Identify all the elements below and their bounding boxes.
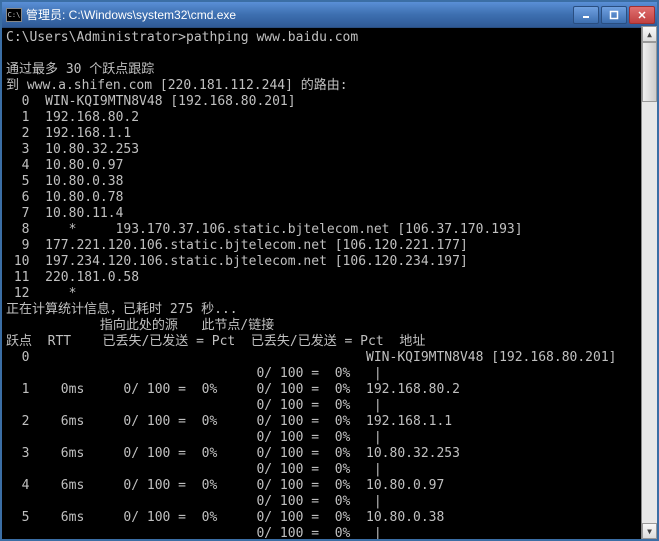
scroll-thumb[interactable] bbox=[642, 42, 657, 102]
scroll-up-button[interactable]: ▲ bbox=[642, 26, 657, 42]
trace-intro-1: 通过最多 30 个跃点跟踪 bbox=[6, 62, 154, 77]
prompt: C:\Users\Administrator> bbox=[6, 30, 186, 45]
maximize-button[interactable] bbox=[601, 6, 627, 24]
computing-text: 正在计算统计信息，已耗时 275 秒... bbox=[6, 302, 238, 317]
cmd-icon: C:\ bbox=[6, 8, 22, 22]
cmd-window: C:\ 管理员: C:\Windows\system32\cmd.exe C:\… bbox=[0, 0, 659, 541]
trace-intro-2b: ] 的路由: bbox=[285, 78, 347, 93]
vertical-scrollbar[interactable]: ▲ ▼ bbox=[641, 26, 657, 539]
close-button[interactable] bbox=[629, 6, 655, 24]
stats-header-1: 指向此处的源 此节点/链接 bbox=[6, 318, 274, 333]
console-output[interactable]: C:\Users\Administrator>pathping www.baid… bbox=[2, 28, 657, 539]
trace-intro-2a: 到 www.a.shifen.com [ bbox=[6, 78, 168, 93]
window-title: 管理员: C:\Windows\system32\cmd.exe bbox=[26, 6, 573, 23]
window-controls bbox=[573, 6, 655, 24]
stats-rows: 0 WIN-KQI9MTN8V48 [192.168.80.201] 0/ 10… bbox=[6, 350, 616, 539]
stats-header-2: 跃点 RTT 已丢失/已发送 = Pct 已丢失/已发送 = Pct 地址 bbox=[6, 334, 425, 349]
titlebar[interactable]: C:\ 管理员: C:\Windows\system32\cmd.exe bbox=[2, 2, 657, 28]
hops-list: 0 WIN-KQI9MTN8V48 [192.168.80.201] 1 192… bbox=[6, 94, 523, 301]
command-text: pathping www.baidu.com bbox=[186, 30, 358, 45]
trace-target-ip: 220.181.112.244 bbox=[168, 78, 285, 93]
minimize-button[interactable] bbox=[573, 6, 599, 24]
chevron-up-icon: ▲ bbox=[647, 30, 652, 39]
scroll-track[interactable] bbox=[642, 42, 657, 523]
chevron-down-icon: ▼ bbox=[647, 527, 652, 536]
scroll-down-button[interactable]: ▼ bbox=[642, 523, 657, 539]
